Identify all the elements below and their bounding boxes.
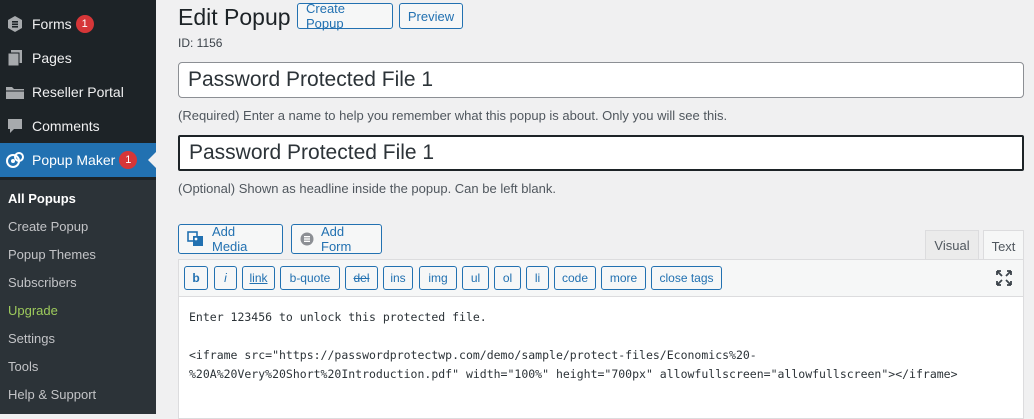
submenu-all-popups[interactable]: All Popups bbox=[8, 191, 76, 206]
admin-sidebar: Forms 1 Pages Reseller Portal Comments P… bbox=[0, 0, 156, 414]
fullscreen-icon[interactable] bbox=[995, 269, 1013, 292]
sidebar-item-pages[interactable]: Pages bbox=[0, 41, 156, 75]
quicktag-li-button[interactable]: li bbox=[526, 266, 549, 290]
text-editor: b i link b-quote del ins img ul ol li co… bbox=[178, 259, 1024, 419]
sidebar-item-label: Reseller Portal bbox=[32, 84, 124, 100]
content-line: Enter 123456 to unlock this protected fi… bbox=[189, 310, 487, 324]
sidebar-item-label: Popup Maker bbox=[32, 152, 116, 168]
editor-textarea[interactable]: Enter 123456 to unlock this protected fi… bbox=[189, 308, 958, 384]
quicktag-ins-button[interactable]: ins bbox=[383, 266, 413, 290]
add-form-label: Add Form bbox=[321, 224, 352, 254]
quicktag-img-button[interactable]: img bbox=[419, 266, 457, 290]
sidebar-item-forms[interactable]: Forms 1 bbox=[0, 7, 156, 41]
popup-title-help: (Optional) Shown as headline inside the … bbox=[178, 181, 556, 196]
content-line: <iframe src="https://passwordprotectwp.c… bbox=[189, 348, 757, 362]
add-media-label: Add Media bbox=[212, 224, 248, 254]
submenu-settings[interactable]: Settings bbox=[8, 331, 55, 346]
submenu-create-popup[interactable]: Create Popup bbox=[8, 219, 88, 234]
notification-badge: 1 bbox=[75, 15, 94, 33]
quicktag-italic-button[interactable]: i bbox=[214, 266, 237, 290]
tab-text[interactable]: Text bbox=[983, 230, 1024, 261]
preview-button[interactable]: Preview bbox=[399, 3, 463, 29]
quicktag-code-button[interactable]: code bbox=[554, 266, 596, 290]
quicktags-toolbar: b i link b-quote del ins img ul ol li co… bbox=[179, 260, 1023, 297]
sidebar-item-comments[interactable]: Comments bbox=[0, 109, 156, 143]
submenu-popup-themes[interactable]: Popup Themes bbox=[8, 247, 96, 262]
quicktag-bold-button[interactable]: b bbox=[184, 266, 208, 290]
quicktag-bquote-button[interactable]: b-quote bbox=[280, 266, 340, 290]
quicktag-close-tags-button[interactable]: close tags bbox=[651, 266, 722, 290]
submenu-tools[interactable]: Tools bbox=[8, 359, 38, 374]
popup-maker-icon bbox=[5, 150, 25, 170]
sidebar-item-label: Comments bbox=[32, 118, 100, 134]
post-id: ID: 1156 bbox=[178, 36, 223, 50]
submenu-upgrade[interactable]: Upgrade bbox=[8, 303, 58, 318]
popup-title-input[interactable]: Password Protected File 1 bbox=[178, 135, 1024, 171]
quicktag-ol-button[interactable]: ol bbox=[494, 266, 521, 290]
comment-icon bbox=[5, 116, 25, 136]
page-title: Edit Popup bbox=[178, 4, 291, 30]
content-line-blank bbox=[189, 327, 958, 346]
folder-icon bbox=[5, 82, 25, 102]
sidebar-item-reseller-portal[interactable]: Reseller Portal bbox=[0, 75, 156, 109]
notification-badge: 1 bbox=[119, 151, 138, 169]
create-popup-button[interactable]: Create Popup bbox=[297, 1, 393, 31]
add-media-icon bbox=[187, 231, 205, 247]
forms-icon bbox=[5, 14, 25, 34]
quicktag-ul-button[interactable]: ul bbox=[462, 266, 489, 290]
content-line: %20A%20Very%20Short%20Introduction.pdf" … bbox=[189, 367, 958, 381]
add-form-button[interactable]: Add Form bbox=[291, 224, 382, 254]
sidebar-item-label: Pages bbox=[32, 50, 72, 66]
submenu-help-support[interactable]: Help & Support bbox=[8, 387, 96, 402]
popup-maker-submenu: All Popups Create Popup Popup Themes Sub… bbox=[0, 180, 156, 414]
submenu-subscribers[interactable]: Subscribers bbox=[8, 275, 77, 290]
add-form-icon bbox=[300, 232, 314, 246]
quicktag-link-button[interactable]: link bbox=[242, 266, 275, 290]
quicktag-del-button[interactable]: del bbox=[345, 266, 378, 290]
pages-icon bbox=[5, 48, 25, 68]
popup-name-help: (Required) Enter a name to help you reme… bbox=[178, 108, 728, 123]
add-media-button[interactable]: Add Media bbox=[178, 224, 283, 254]
sidebar-item-popup-maker[interactable]: Popup Maker 1 bbox=[0, 143, 156, 177]
quicktag-more-button[interactable]: more bbox=[601, 266, 646, 290]
sidebar-item-label: Forms bbox=[32, 16, 72, 32]
active-menu-arrow bbox=[148, 152, 156, 168]
tab-visual[interactable]: Visual bbox=[925, 230, 979, 260]
popup-name-input[interactable]: Password Protected File 1 bbox=[178, 62, 1024, 98]
